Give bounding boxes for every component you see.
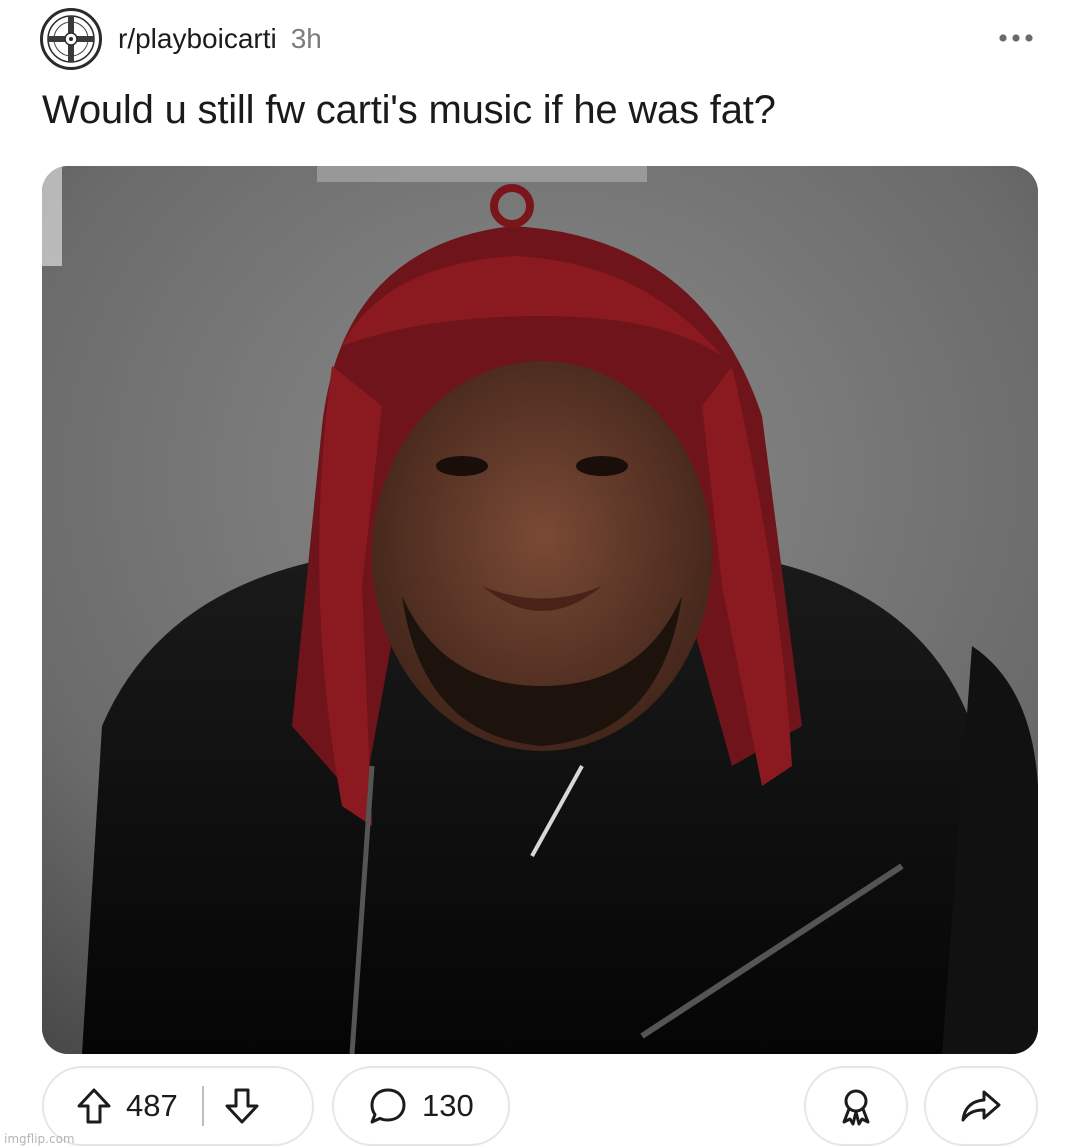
post-age: 3h [290,23,322,54]
downvote-button[interactable] [224,1087,260,1125]
subreddit-avatar[interactable] [40,8,102,70]
speech-bubble-icon [370,1088,406,1124]
upvote-button[interactable] [76,1087,112,1125]
post-title[interactable]: Would u still fw carti's music if he was… [42,88,1042,133]
vote-control: 487 [42,1066,314,1146]
arrow-up-icon [77,1088,111,1124]
post-header: r/playboicarti 3h [40,8,1040,70]
comment-count: 130 [422,1088,474,1123]
award-button[interactable] [804,1066,908,1146]
award-ribbon-icon [842,1089,870,1126]
action-bar: 487 130 [42,1066,1038,1146]
comments-button[interactable]: 130 [332,1066,510,1146]
vote-divider [201,1086,204,1126]
post-image[interactable] [42,166,1038,1054]
watermark: imgflip.com [4,1132,75,1146]
subreddit-name[interactable]: r/playboicarti [118,23,277,55]
upvote-count: 487 [126,1088,178,1123]
reddit-post: r/playboicarti 3h Would u still fw carti… [0,0,1080,1148]
photo-illustration [42,166,1038,1054]
more-options-button[interactable] [992,18,1040,58]
share-arrow-icon [961,1090,1001,1122]
vinyl-record-icon [47,15,95,63]
arrow-down-icon [225,1088,259,1124]
share-button[interactable] [924,1066,1038,1146]
ellipsis-icon [999,34,1033,42]
